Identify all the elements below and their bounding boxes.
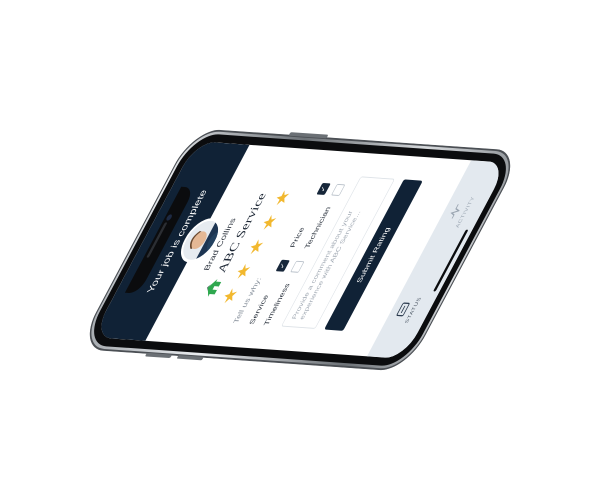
tab-status[interactable]: STATUS bbox=[392, 296, 423, 323]
volume-button bbox=[144, 352, 173, 359]
star-icon[interactable]: ★ bbox=[230, 262, 255, 281]
timeliness-checkbox[interactable] bbox=[290, 260, 305, 273]
house-icon bbox=[202, 278, 224, 298]
camera-icon bbox=[165, 214, 174, 221]
star-icon[interactable]: ★ bbox=[217, 287, 242, 306]
tab-activity[interactable]: ACTIVITY bbox=[442, 195, 476, 228]
star-icon[interactable]: ★ bbox=[243, 238, 268, 257]
volume-button bbox=[176, 355, 204, 361]
star-icon[interactable]: ★ bbox=[269, 189, 294, 208]
phone-device: Your job is complete Brad Collins ABC Se… bbox=[76, 128, 524, 372]
technician-checkbox[interactable] bbox=[331, 183, 346, 196]
app-screen: Your job is complete Brad Collins ABC Se… bbox=[92, 141, 508, 359]
stage: Your job is complete Brad Collins ABC Se… bbox=[0, 0, 600, 499]
star-icon[interactable]: ★ bbox=[256, 213, 281, 232]
